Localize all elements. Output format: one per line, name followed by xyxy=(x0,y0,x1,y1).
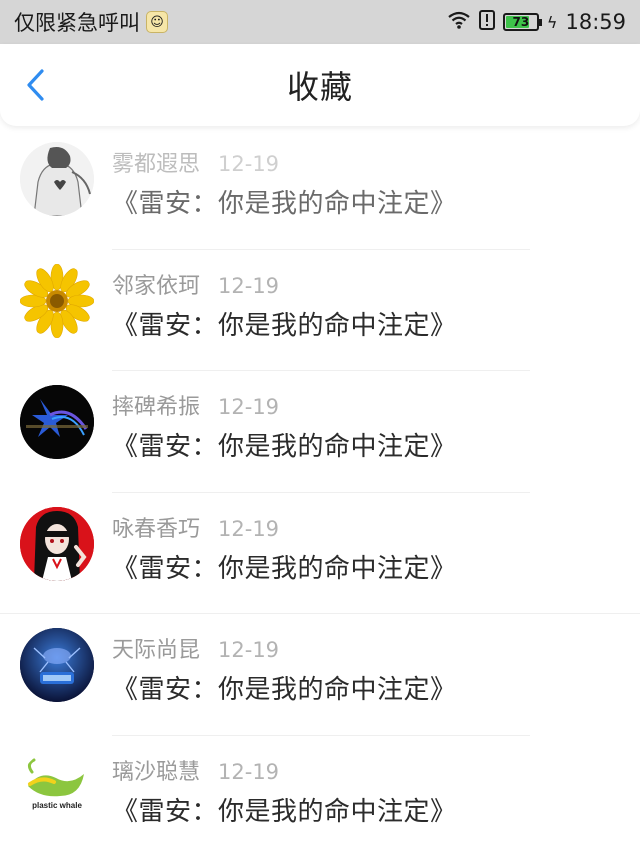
avatar: plastic whale xyxy=(20,750,94,824)
item-author: 摔碑希振 xyxy=(112,389,200,421)
nav-bar: 收藏 xyxy=(0,44,640,126)
list-item[interactable]: 摔碑希振 12-19 《雷安：你是我的命中注定》 xyxy=(0,377,640,499)
favorites-list: 雾都遐思 12-19 《雷安：你是我的命中注定》 xyxy=(0,134,640,863)
item-author: 邻家依珂 xyxy=(112,268,200,300)
row-divider xyxy=(112,249,530,250)
item-title: 《雷安：你是我的命中注定》 xyxy=(112,183,457,220)
item-meta: 雾都遐思 12-19 xyxy=(112,146,279,178)
alert-icon xyxy=(479,10,495,35)
item-meta: 咏春香巧 12-19 xyxy=(112,511,279,543)
status-bar: 仅限紧急呼叫 ☺ 73 ϟ 18:59 xyxy=(0,0,640,44)
chevron-left-icon xyxy=(24,68,46,102)
row-divider xyxy=(112,370,530,371)
item-author: 天际尚昆 xyxy=(112,632,200,664)
charging-icon: ϟ xyxy=(547,13,558,32)
back-button[interactable] xyxy=(18,65,52,105)
wifi-icon xyxy=(447,10,471,35)
carrier-text: 仅限紧急呼叫 xyxy=(14,7,140,37)
row-divider xyxy=(0,613,640,614)
item-title: 《雷安：你是我的命中注定》 xyxy=(112,791,457,828)
item-meta: 天际尚昆 12-19 xyxy=(112,632,279,664)
item-title: 《雷安：你是我的命中注定》 xyxy=(112,426,457,463)
list-item[interactable]: 咏春香巧 12-19 《雷安：你是我的命中注定》 xyxy=(0,499,640,621)
item-author: 璃沙聪慧 xyxy=(112,754,200,786)
avatar xyxy=(20,385,94,459)
sim-icon: ☺ xyxy=(146,11,168,33)
avatar-text: plastic whale xyxy=(32,801,82,810)
item-date: 12-19 xyxy=(218,152,279,176)
item-meta: 邻家依珂 12-19 xyxy=(112,268,279,300)
item-author: 咏春香巧 xyxy=(112,511,200,543)
list-item[interactable]: 邻家依珂 12-19 《雷安：你是我的命中注定》 xyxy=(0,256,640,378)
item-meta: 璃沙聪慧 12-19 xyxy=(112,754,279,786)
status-time: 18:59 xyxy=(565,10,626,34)
item-author: 雾都遐思 xyxy=(112,146,200,178)
page-title: 收藏 xyxy=(287,62,353,108)
status-right: 73 ϟ 18:59 xyxy=(447,10,626,35)
avatar xyxy=(20,142,94,216)
avatar xyxy=(20,628,94,702)
battery-icon: 73 xyxy=(503,13,539,31)
item-date: 12-19 xyxy=(218,395,279,419)
row-divider xyxy=(112,492,530,493)
item-title: 《雷安：你是我的命中注定》 xyxy=(112,548,457,585)
item-title: 《雷安：你是我的命中注定》 xyxy=(112,305,457,342)
item-date: 12-19 xyxy=(218,517,279,541)
battery-level: 73 xyxy=(513,15,530,29)
item-date: 12-19 xyxy=(218,638,279,662)
list-item[interactable]: 天际尚昆 12-19 《雷安：你是我的命中注定》 xyxy=(0,620,640,742)
row-divider xyxy=(112,735,530,736)
item-title: 《雷安：你是我的命中注定》 xyxy=(112,669,457,706)
avatar xyxy=(20,507,94,581)
item-date: 12-19 xyxy=(218,274,279,298)
item-date: 12-19 xyxy=(218,760,279,784)
list-item[interactable]: 雾都遐思 12-19 《雷安：你是我的命中注定》 xyxy=(0,134,640,256)
item-meta: 摔碑希振 12-19 xyxy=(112,389,279,421)
status-left: 仅限紧急呼叫 ☺ xyxy=(14,7,168,37)
avatar xyxy=(20,264,94,338)
